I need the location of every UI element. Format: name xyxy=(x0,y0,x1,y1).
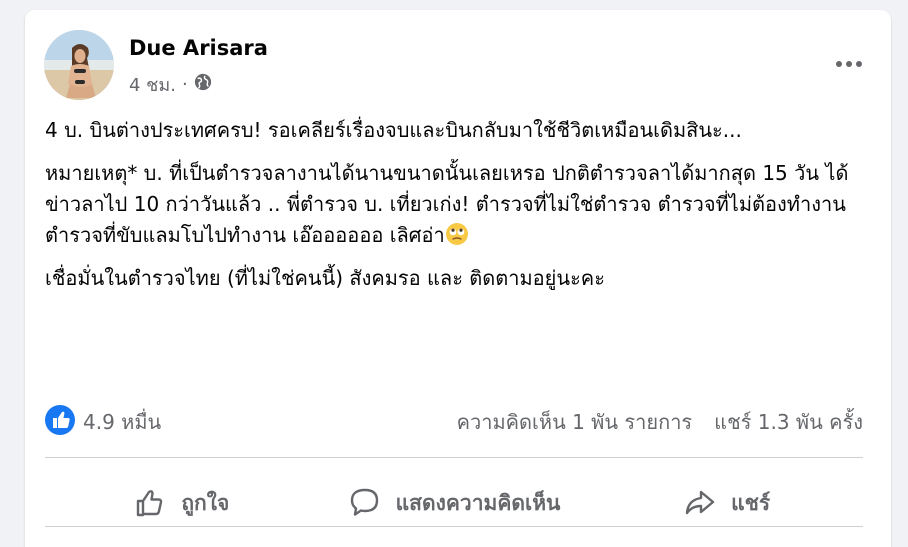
author-name[interactable]: Due Arisara xyxy=(129,36,268,60)
reaction-stats: 4.9 หมื่น ความคิดเห็น 1 พัน รายการ แชร์ … xyxy=(45,404,863,440)
avatar[interactable] xyxy=(44,30,114,100)
eye-roll-emoji-icon xyxy=(445,222,469,246)
post-paragraph: เชื่อมั่นในตำรวจไทย (ที่ไม่ใช่คนนี้) สัง… xyxy=(45,266,605,290)
dot-icon xyxy=(836,61,842,67)
divider xyxy=(45,457,863,458)
share-icon xyxy=(683,486,717,520)
more-options-button[interactable] xyxy=(831,54,867,74)
post-paragraph: 4 บ. บินต่างประเทศครบ! รอเคลียร์เรื่องจบ… xyxy=(45,118,742,142)
post-paragraph: หมายเหตุ* บ. ที่เป็นตำรวจลางานได้นานขนาด… xyxy=(45,161,849,247)
likes-count: 4.9 หมื่น xyxy=(83,410,162,434)
comment-label: แสดงความคิดเห็น xyxy=(395,490,561,515)
comment-icon xyxy=(348,486,382,520)
post-meta: 4 ชม. · xyxy=(129,70,212,99)
post-body: 4 บ. บินต่างประเทศครบ! รอเคลียร์เรื่องจบ… xyxy=(45,115,875,306)
likes-summary[interactable]: 4.9 หมื่น xyxy=(45,404,162,440)
meta-separator: · xyxy=(181,74,188,95)
post-time[interactable]: 4 ชม. xyxy=(129,70,176,99)
like-label: ถูกใจ xyxy=(181,490,230,515)
like-reaction-icon xyxy=(45,404,75,440)
divider xyxy=(45,526,863,527)
dot-icon xyxy=(856,61,862,67)
shares-count[interactable]: แชร์ 1.3 พัน ครั้ง xyxy=(714,406,863,438)
post-card: Due Arisara 4 ชม. · 4 บ. บินต่างประเทศคร… xyxy=(25,10,891,547)
comments-count[interactable]: ความคิดเห็น 1 พัน รายการ xyxy=(457,406,693,438)
thumbs-up-icon xyxy=(133,486,167,520)
globe-icon[interactable] xyxy=(194,73,212,96)
share-label: แชร์ xyxy=(731,490,771,515)
dot-icon xyxy=(846,61,852,67)
